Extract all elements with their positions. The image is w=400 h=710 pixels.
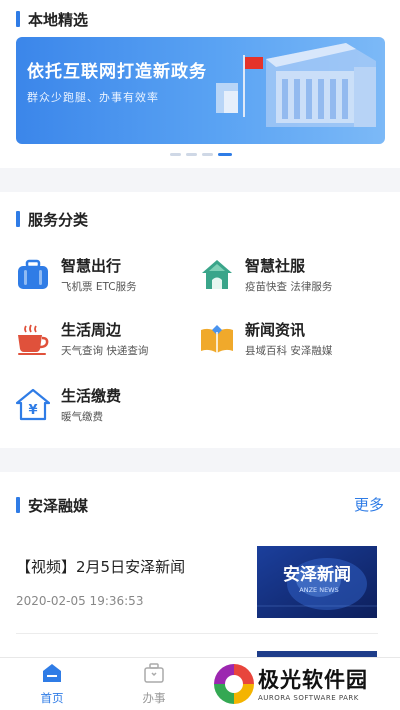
aurora-logo-icon	[214, 664, 254, 704]
section-divider	[0, 168, 400, 192]
house-icon	[202, 260, 232, 289]
carousel-dot[interactable]	[202, 153, 213, 156]
local-picks-section: 本地精选 依托互联网打造新政务 群众少跑腿、办事有效率	[0, 0, 400, 168]
section-marker	[16, 497, 20, 513]
banner-subline: 群众少跑腿、办事有效率	[27, 91, 159, 104]
services-section: 服务分类 智慧出行 飞机票 ETC服务 智慧社服 疫苗快查 法律服务 生活周边 …	[0, 192, 400, 448]
local-picks-title: 本地精选	[28, 10, 89, 29]
carousel-dot[interactable]	[170, 153, 181, 156]
suitcase-icon	[18, 259, 48, 289]
tab-services-label: 办事	[142, 691, 166, 705]
carousel-dot[interactable]	[186, 153, 197, 156]
section-divider	[0, 448, 400, 472]
watermark-text: 极光软件园	[258, 668, 368, 692]
watermark: 极光软件园 AURORA SOFTWARE PARK	[210, 658, 400, 710]
news-item-time: 2020-02-05 19:36:53	[16, 594, 144, 608]
service-utility-payment[interactable]: ¥ 生活缴费 暖气缴费	[16, 387, 122, 424]
service-name: 生活缴费	[61, 387, 122, 405]
coffee-cup-icon	[18, 324, 49, 355]
yen-house-icon: ¥	[16, 388, 50, 421]
service-life-nearby[interactable]: 生活周边 天气查询 快递查询	[16, 321, 149, 358]
carousel-indicator	[170, 153, 232, 156]
open-book-icon	[201, 325, 233, 353]
news-header: 安泽融媒	[16, 494, 88, 516]
service-name: 智慧社服	[245, 257, 306, 275]
news-item-title: 【视频】2月5日安泽新闻	[16, 558, 186, 576]
service-news-info[interactable]: 新闻资讯 县域百科 安泽融媒	[200, 321, 333, 358]
service-name: 智慧出行	[61, 257, 122, 275]
banner-headline: 依托互联网打造新政务	[27, 62, 207, 82]
services-title: 服务分类	[28, 210, 89, 229]
tab-home-label: 首页	[40, 691, 64, 705]
news-title: 安泽融媒	[28, 496, 89, 515]
section-marker	[16, 211, 20, 227]
more-link[interactable]: 更多	[354, 494, 384, 515]
thumbnail-title: 安泽新闻	[283, 564, 351, 585]
service-desc: 飞机票 ETC服务	[61, 281, 137, 293]
service-desc: 天气查询 快递查询	[61, 345, 149, 357]
local-picks-header: 本地精选	[16, 8, 88, 30]
news-section: 安泽融媒 更多 【视频】2月5日安泽新闻 2020-02-05 19:36:53…	[0, 472, 400, 657]
promo-banner[interactable]: 依托互联网打造新政务 群众少跑腿、办事有效率	[16, 37, 385, 144]
thumbnail-subtitle: ANZE NEWS	[299, 586, 338, 594]
service-smart-social[interactable]: 智慧社服 疫苗快查 法律服务	[200, 257, 333, 294]
services-header: 服务分类	[16, 208, 88, 230]
service-name: 新闻资讯	[245, 321, 306, 339]
home-icon	[43, 664, 61, 682]
tab-services[interactable]: 办事	[124, 662, 184, 706]
news-thumbnail: 安泽新闻 ANZE NEWS	[257, 546, 377, 618]
briefcase-icon	[144, 663, 164, 683]
service-desc: 暖气缴费	[61, 411, 103, 423]
section-marker	[16, 11, 20, 27]
service-desc: 疫苗快查 法律服务	[245, 281, 333, 293]
news-list-item[interactable]: 【视频】2月5日安泽新闻 2020-02-05 19:36:53 安泽新闻 AN…	[16, 544, 378, 634]
carousel-dot-active[interactable]	[218, 153, 232, 156]
service-name: 生活周边	[61, 321, 122, 339]
tab-home[interactable]: 首页	[22, 662, 82, 706]
service-desc: 县域百科 安泽融媒	[245, 345, 333, 357]
svg-text:¥: ¥	[28, 403, 37, 418]
government-building-illustration	[216, 43, 376, 127]
watermark-subtext: AURORA SOFTWARE PARK	[258, 694, 359, 702]
service-smart-travel[interactable]: 智慧出行 飞机票 ETC服务	[16, 257, 137, 294]
